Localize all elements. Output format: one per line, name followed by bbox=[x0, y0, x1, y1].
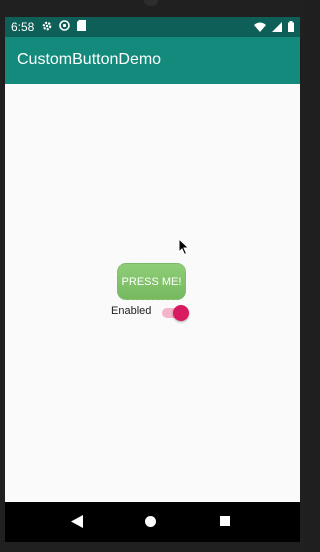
status-bar: 6:58 bbox=[5, 17, 300, 37]
navigation-bar bbox=[5, 502, 300, 542]
sync-icon bbox=[59, 20, 70, 31]
signal-icon bbox=[272, 21, 282, 32]
device-frame: 6:58 CustomButtonDemo PRESS ME! Enabled bbox=[0, 0, 306, 552]
mouse-pointer-icon bbox=[178, 238, 190, 256]
status-icons-left bbox=[42, 20, 86, 31]
wifi-icon bbox=[254, 22, 266, 32]
home-icon[interactable] bbox=[145, 516, 156, 527]
switch-thumb bbox=[173, 305, 189, 321]
status-icons-right bbox=[254, 21, 294, 32]
status-time: 6:58 bbox=[11, 20, 35, 34]
main-content: PRESS ME! Enabled bbox=[5, 84, 300, 502]
camera-notch bbox=[144, 0, 158, 6]
battery-icon bbox=[288, 21, 294, 32]
enabled-switch-label: Enabled bbox=[111, 305, 152, 317]
gear-icon bbox=[42, 21, 52, 30]
enabled-switch[interactable] bbox=[160, 305, 192, 321]
sd-card-icon bbox=[77, 20, 86, 31]
app-bar: CustomButtonDemo bbox=[5, 37, 300, 84]
back-icon[interactable] bbox=[71, 515, 83, 528]
recents-icon[interactable] bbox=[220, 516, 230, 526]
press-me-button[interactable]: PRESS ME! bbox=[117, 263, 186, 300]
app-title: CustomButtonDemo bbox=[17, 51, 162, 68]
